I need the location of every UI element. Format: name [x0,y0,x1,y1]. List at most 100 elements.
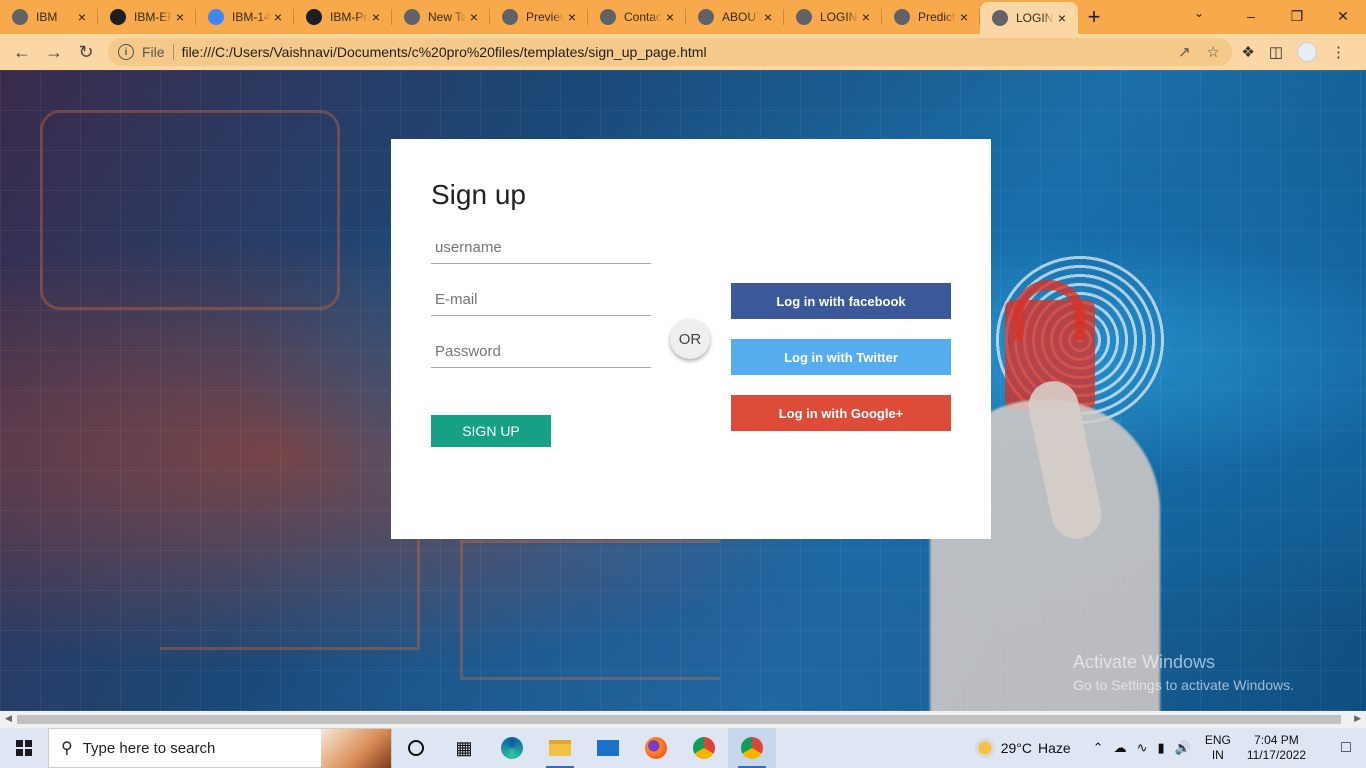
google-login-button[interactable]: Log in with Google+ [731,395,951,431]
password-field[interactable] [431,336,651,368]
activate-windows-watermark: Activate Windows Go to Settings to activ… [1073,652,1294,693]
share-icon[interactable]: ↗ [1178,43,1191,61]
edge-icon[interactable] [488,728,536,768]
side-panel-icon[interactable]: ◫ [1269,43,1283,61]
mail-icon[interactable] [584,728,632,768]
facebook-login-button[interactable]: Log in with facebook [731,283,951,319]
tab-title: LOGIN [1016,11,1054,25]
username-field[interactable] [431,232,651,264]
tab-strip: IBM×IBM-EPBL×IBM-14×IBM-Proj×New Tab×Pre… [0,0,1366,34]
tab-title: IBM-Proj [330,10,368,24]
clock-date: 11/17/2022 [1246,748,1306,762]
language-code: ENG [1204,733,1231,747]
close-tab-icon[interactable]: × [466,9,482,25]
volume-icon[interactable]: 🔊 [1175,740,1191,756]
close-tab-icon[interactable]: × [1054,10,1070,26]
profile-avatar[interactable] [1297,42,1317,62]
tab-search-chevron-icon[interactable]: ⌄ [1194,6,1204,20]
taskbar-clock[interactable]: 7:04 PM 11/17/2022 [1247,733,1306,763]
start-button[interactable] [0,728,48,768]
browser-tab[interactable]: New Tab× [392,0,490,34]
circuit-trace [460,540,720,680]
onedrive-icon[interactable]: ☁ [1114,740,1127,756]
weather-widget[interactable]: 29°C Haze [974,738,1071,758]
file-explorer-icon[interactable] [536,728,584,768]
close-tab-icon[interactable]: × [172,9,188,25]
weather-haze-icon [974,738,995,758]
chevron-up-icon[interactable]: ⌃ [1093,740,1104,756]
close-tab-icon[interactable]: × [74,9,90,25]
weather-condition: Haze [1037,740,1071,756]
notification-icon[interactable]: □ [1326,739,1366,757]
taskbar-search-placeholder: Type here to search [82,739,216,757]
language-indicator[interactable]: ENG IN [1205,733,1231,763]
signup-button[interactable]: SIGN UP [431,415,551,447]
reload-icon[interactable]: ↻ [70,36,102,68]
info-icon[interactable]: i [118,44,134,60]
tab-title: LOGIN [820,10,858,24]
browser-tab[interactable]: Contact × [588,0,686,34]
wifi-icon[interactable]: ∿ [1137,740,1148,756]
close-tab-icon[interactable]: × [564,9,580,25]
search-highlight-image [321,729,391,768]
task-view-icon[interactable]: ▦ [440,728,488,768]
page-background: Sign up SIGN UP OR Log in with facebook … [0,70,1366,711]
chrome-canary-icon[interactable] [728,728,776,768]
battery-icon[interactable]: ▮ [1157,740,1164,756]
forward-arrow-icon[interactable]: → [38,36,70,68]
close-tab-icon[interactable]: × [662,9,678,25]
address-bar[interactable]: i File file:///C:/Users/Vaishnavi/Docume… [108,38,1232,66]
browser-tab[interactable]: IBM-14 × [196,0,294,34]
browser-tab[interactable]: IBM × [0,0,98,34]
or-divider: OR [670,319,710,359]
firefox-icon[interactable] [632,728,680,768]
scrollbar-thumb[interactable] [17,715,1341,724]
browser-toolbar: ← → ↻ i File file:///C:/Users/Vaishnavi/… [0,34,1366,70]
github-icon [110,9,126,25]
globe-icon [796,9,812,25]
clock-time: 7:04 PM [1254,733,1299,747]
tab-title: Contact [624,10,662,24]
horizontal-scrollbar[interactable]: ◀ ▶ [0,711,1366,728]
globe-icon [992,10,1008,26]
twitter-login-button[interactable]: Log in with Twitter [731,339,951,375]
tab-title: Predict [918,10,956,24]
url-text[interactable]: file:///C:/Users/Vaishnavi/Documents/c%2… [182,44,707,60]
tab-title: ABOUT [722,10,760,24]
browser-tab[interactable]: LOGIN × [980,2,1078,34]
menu-kebab-icon[interactable]: ⋮ [1331,43,1346,61]
search-icon: ⚲ [61,740,73,757]
browser-tab[interactable]: LOGIN × [784,0,882,34]
close-tab-icon[interactable]: × [368,9,384,25]
globe-icon [600,9,616,25]
windows-taskbar: ⚲ Type here to search ▦ 29°C Haze ⌃ ☁ ∿ … [0,728,1366,768]
browser-tab[interactable]: Preview× [490,0,588,34]
taskbar-search-box[interactable]: ⚲ Type here to search [48,728,392,768]
restore-icon[interactable]: ❐ [1274,0,1320,32]
back-arrow-icon[interactable]: ← [6,36,38,68]
close-tab-icon[interactable]: × [760,9,776,25]
close-tab-icon[interactable]: × [858,9,874,25]
browser-tab[interactable]: IBM-EPBL× [98,0,196,34]
browser-tab[interactable]: ABOUT × [686,0,784,34]
close-tab-icon[interactable]: × [270,9,286,25]
circuit-trace [40,110,340,310]
email-field[interactable] [431,284,651,316]
minimize-icon[interactable]: – [1228,0,1274,32]
tab-title: IBM-EPBL [134,10,172,24]
chrome-icon[interactable] [680,728,728,768]
tab-title: IBM [36,10,58,24]
browser-tab[interactable]: Predict × [882,0,980,34]
github-icon [306,9,322,25]
extensions-puzzle-icon[interactable]: ❖ [1241,43,1254,61]
bookmark-star-icon[interactable]: ☆ [1207,43,1220,61]
scheme-label: File [142,44,165,60]
close-window-icon[interactable]: ✕ [1320,0,1366,32]
new-tab-button[interactable]: + [1078,0,1110,34]
cortana-icon[interactable] [392,728,440,768]
close-tab-icon[interactable]: × [956,9,972,25]
scroll-left-arrow-icon[interactable]: ◀ [5,713,12,724]
scroll-right-arrow-icon[interactable]: ▶ [1354,713,1361,724]
globe-icon [894,9,910,25]
browser-tab[interactable]: IBM-Proj× [294,0,392,34]
